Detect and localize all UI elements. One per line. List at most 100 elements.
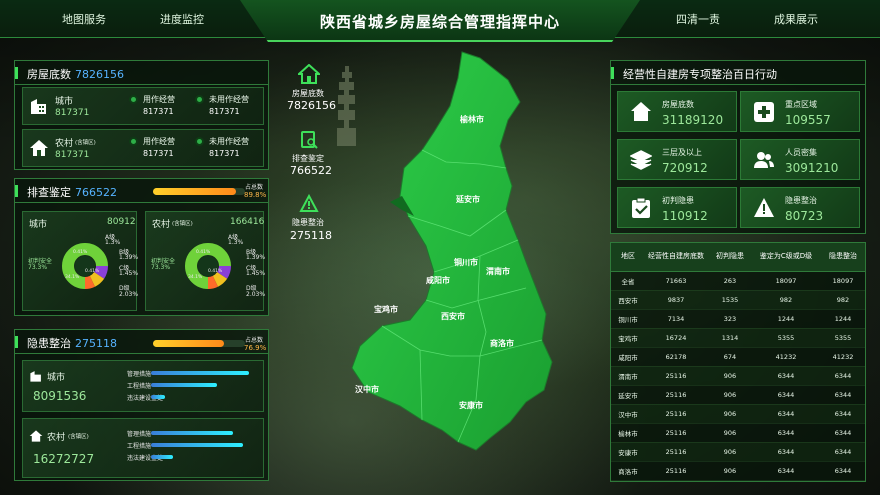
inner-pct-1: 0.41% bbox=[196, 250, 211, 255]
nav-results[interactable]: 成果展示 bbox=[774, 11, 818, 27]
table-cell: 25116 bbox=[645, 423, 707, 443]
table-cell: 5355 bbox=[819, 328, 865, 348]
rural-sub: (含镇区) bbox=[172, 221, 193, 227]
map-label-weinan[interactable]: 渭南市 bbox=[486, 266, 510, 276]
map-label-xian[interactable]: 西安市 bbox=[441, 311, 465, 321]
houses-city-row[interactable]: 城市 817371 用作经营 817371 未用作经营 817371 bbox=[22, 87, 264, 125]
tile-value: 720912 bbox=[662, 161, 708, 175]
table-header-cell[interactable]: 经营性自建房底数 bbox=[645, 243, 707, 272]
tile-label: 人员密集 bbox=[785, 148, 817, 157]
house-icon bbox=[631, 102, 651, 121]
table-row[interactable]: 铜川市 7134 323 1244 1244 bbox=[611, 309, 865, 329]
ratio-value: 76.9% bbox=[244, 344, 267, 352]
nav-map-service[interactable]: 地图服务 bbox=[62, 11, 106, 27]
building-icon bbox=[30, 371, 41, 382]
table-row[interactable]: 渭南市 25116 906 6344 6344 bbox=[611, 366, 865, 386]
table-cell: 6344 bbox=[819, 423, 865, 443]
table-row[interactable]: 咸阳市 62178 674 41232 41232 bbox=[611, 347, 865, 367]
houses-rural-row[interactable]: 农村 (含镇区) 817371 用作经营 817371 未用作经营 817371 bbox=[22, 129, 264, 167]
tile-value: 3091210 bbox=[785, 161, 839, 175]
table-cell: 9837 bbox=[645, 290, 707, 310]
tile-hazard-fix[interactable]: 隐患整治 80723 bbox=[740, 187, 860, 228]
used-value: 817371 bbox=[143, 149, 174, 158]
table-header-cell[interactable]: 鉴定为C级或D级 bbox=[753, 243, 819, 272]
table-header-cell[interactable]: 隐患整治 bbox=[819, 243, 865, 272]
table-cell: 汉中市 bbox=[611, 404, 645, 424]
rural-sub: (含镇区) bbox=[75, 140, 96, 146]
map-label-tongchuan[interactable]: 铜川市 bbox=[454, 257, 478, 267]
tile-initial-hazard[interactable]: 初判隐患 110912 bbox=[617, 187, 737, 228]
stat-label-hazard: 隐患整治 bbox=[292, 218, 324, 227]
table-cell: 263 bbox=[707, 271, 753, 291]
page-title: 陕西省城乡房屋综合管理指挥中心 bbox=[319, 13, 560, 31]
inspection-rural-card[interactable]: 农村 (含镇区) 166416 初判安全 73.3% A级 1.3% B级 1.… bbox=[145, 211, 265, 311]
map-label-yulin[interactable]: 榆林市 bbox=[460, 114, 484, 124]
table-row[interactable]: 延安市 25116 906 6344 6344 bbox=[611, 385, 865, 405]
table-cell: 25116 bbox=[645, 385, 707, 405]
table-row[interactable]: 西安市 9837 1535 982 982 bbox=[611, 290, 865, 310]
tile-crowded[interactable]: 人员密集 3091210 bbox=[740, 139, 860, 180]
map-label-shangluo[interactable]: 商洛市 bbox=[490, 338, 514, 348]
measure-bar bbox=[151, 443, 243, 447]
tile-label: 三层及以上 bbox=[662, 148, 702, 157]
table-row[interactable]: 安康市 25116 906 6344 6344 bbox=[611, 442, 865, 462]
measure-bar bbox=[151, 383, 217, 387]
city-value: 80912 bbox=[107, 217, 136, 227]
table-cell: 宝鸡市 bbox=[611, 328, 645, 348]
table-cell: 6344 bbox=[753, 423, 819, 443]
nav-four-clear[interactable]: 四清一责 bbox=[676, 11, 720, 27]
table-cell: 1244 bbox=[819, 309, 865, 329]
tile-label: 初判隐患 bbox=[662, 196, 694, 205]
shaanxi-map: 榆林市 延安市 铜川市 渭南市 咸阳市 宝鸡市 西安市 商洛市 汉中市 安康市 bbox=[351, 51, 553, 451]
measure-bar bbox=[151, 395, 165, 399]
used-label: 用作经营 bbox=[143, 137, 175, 146]
table-header-cell[interactable]: 初判隐患 bbox=[707, 243, 753, 272]
rural-sub: (含镇区) bbox=[68, 434, 89, 440]
hazard-total: 275118 bbox=[75, 337, 117, 350]
tile-house-base[interactable]: 房屋底数 31189120 bbox=[617, 91, 737, 132]
hazard-city-row[interactable]: 城市 8091536 管理措施 工程措施 违法建设查处 bbox=[22, 360, 264, 412]
city-label: 城市 bbox=[47, 373, 66, 383]
map-label-baoji[interactable]: 宝鸡市 bbox=[374, 304, 398, 314]
table-cell: 1244 bbox=[753, 309, 819, 329]
measure-label: 工程措施 bbox=[127, 383, 152, 390]
tile-value: 109557 bbox=[785, 113, 831, 127]
tile-value: 110912 bbox=[662, 209, 708, 223]
table-row[interactable]: 全省 71663 263 18097 18097 bbox=[611, 271, 865, 291]
table-row[interactable]: 榆林市 25116 906 6344 6344 bbox=[611, 423, 865, 443]
map-label-hanzhong[interactable]: 汉中市 bbox=[355, 384, 379, 394]
table-cell: 16724 bbox=[645, 328, 707, 348]
table-cell: 6344 bbox=[753, 442, 819, 462]
tile-key-area[interactable]: 重点区域 109557 bbox=[740, 91, 860, 132]
table-row[interactable]: 汉中市 25116 906 6344 6344 bbox=[611, 404, 865, 424]
nav-progress-monitor[interactable]: 进度监控 bbox=[160, 11, 204, 27]
map-label-xianyang[interactable]: 咸阳市 bbox=[426, 275, 450, 285]
table-cell: 6344 bbox=[819, 461, 865, 481]
measure-bar bbox=[151, 371, 249, 375]
map-label-yanan[interactable]: 延安市 bbox=[455, 194, 480, 204]
inner-pct-2: 0.41% bbox=[208, 269, 223, 274]
rural-label: 农村 bbox=[152, 220, 171, 230]
tile-value: 31189120 bbox=[662, 113, 724, 127]
houses-total: 7826156 bbox=[75, 68, 124, 81]
table-row[interactable]: 宝鸡市 16724 1314 5355 5355 bbox=[611, 328, 865, 348]
table-cell: 906 bbox=[707, 461, 753, 481]
table-cell: 25116 bbox=[645, 442, 707, 462]
table-header-cell[interactable]: 地区 bbox=[611, 243, 645, 272]
table-cell: 982 bbox=[819, 290, 865, 310]
table-cell: 榆林市 bbox=[611, 423, 645, 443]
table-cell: 5355 bbox=[753, 328, 819, 348]
measure-bar bbox=[151, 431, 233, 435]
region-table: 地区 经营性自建房底数 初判隐患 鉴定为C级或D级 隐患整治 全省 71663 263 180… bbox=[611, 243, 865, 481]
inspection-city-card[interactable]: 城市 80912 初判安全 73.3% A级 1.3% B级 1.39% C级 … bbox=[22, 211, 138, 311]
panel-title: 经营性自建房专项整治百日行动 bbox=[623, 68, 777, 81]
rural-label: 农村 bbox=[47, 433, 66, 443]
tile-three-floors[interactable]: 三层及以上 720912 bbox=[617, 139, 737, 180]
table-cell: 铜川市 bbox=[611, 309, 645, 329]
map-label-ankang[interactable]: 安康市 bbox=[459, 400, 483, 410]
table-row[interactable]: 商洛市 25116 906 6344 6344 bbox=[611, 461, 865, 481]
table-cell: 7134 bbox=[645, 309, 707, 329]
dot-icon bbox=[195, 137, 204, 146]
inspection-ratio-bar bbox=[153, 188, 236, 195]
hazard-rural-row[interactable]: 农村 (含镇区) 16272727 管理措施 工程措施 违法建设查处 bbox=[22, 418, 264, 478]
